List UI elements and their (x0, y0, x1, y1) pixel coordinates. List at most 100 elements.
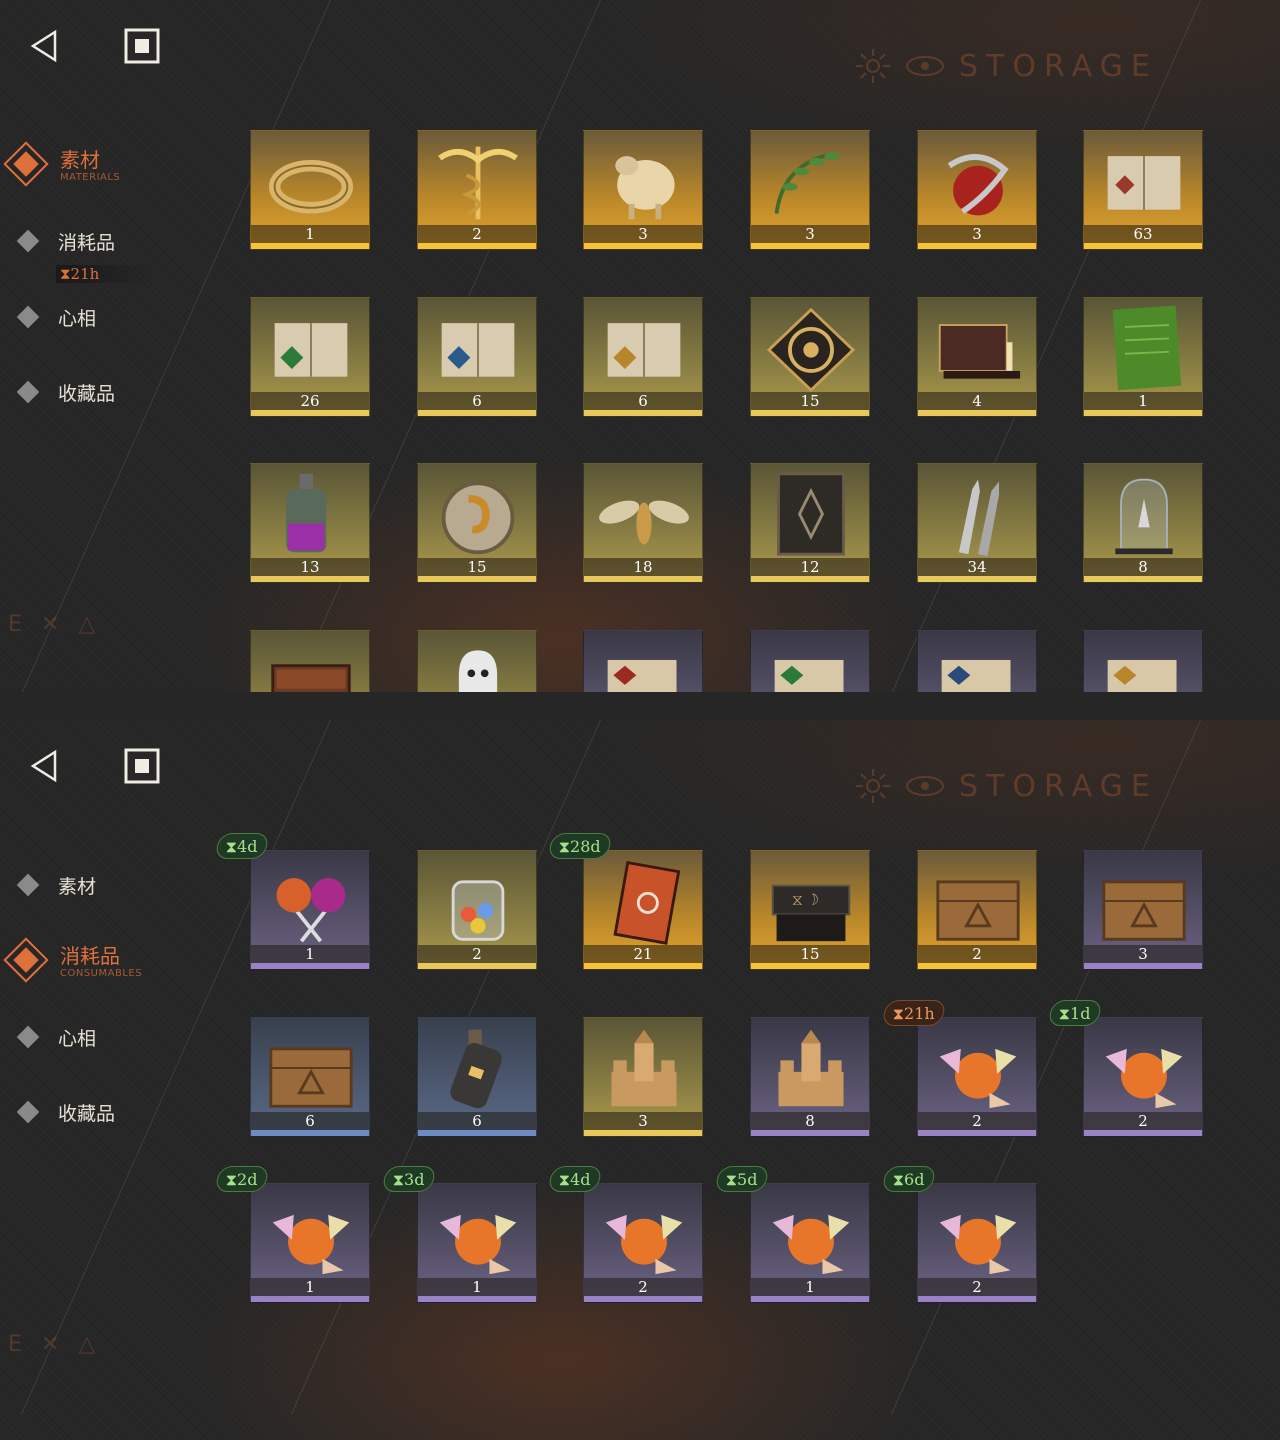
item-slot[interactable]: 15 (417, 463, 537, 583)
expiry-timer-badge: ⧗4d (214, 833, 270, 859)
item-candies-icon (939, 1048, 1017, 1109)
nav-tab-materials[interactable]: 素材 (16, 870, 96, 900)
nav-tab-label: 消耗品 (58, 231, 116, 254)
item-slot[interactable]: 2 ⧗6d (881, 1166, 1037, 1303)
back-button[interactable] (22, 24, 66, 68)
item-quantity: 15 (751, 392, 869, 410)
item-rune-book-icon (613, 860, 681, 945)
item-slot[interactable]: 2 ⧗1d (1047, 1000, 1203, 1137)
nav-tab-collectibles[interactable]: 收藏品 (16, 1097, 115, 1127)
diamond-icon (16, 305, 40, 329)
item-slot[interactable]: 2 ⧗21h (881, 1000, 1037, 1137)
item-slot[interactable]: 8 (1083, 463, 1203, 583)
item-bullets-icon (958, 479, 1000, 557)
rarity-strip (918, 1130, 1036, 1136)
item-lollipops-icon (276, 878, 346, 943)
rarity-strip (1084, 410, 1202, 416)
item-quantity: 63 (1084, 225, 1202, 243)
hourglass-icon: ⧗ (60, 265, 71, 283)
item-slot[interactable]: 1 (250, 130, 370, 250)
storage-header-mark: STORAGE (855, 48, 1158, 84)
item-quantity: 3 (1084, 945, 1202, 963)
item-slot[interactable]: 34 (917, 463, 1037, 583)
item-quantity: 2 (918, 945, 1036, 963)
item-moth-icon (599, 500, 689, 545)
item-slot[interactable]: 3 (583, 130, 703, 250)
item-book-blue-icon (441, 323, 515, 377)
item-quantity: 1 (251, 225, 369, 243)
expiry-timer-badge: ⧗21h (881, 1000, 947, 1026)
item-caduceus-icon (438, 146, 518, 220)
rarity-strip (918, 963, 1036, 969)
item-crate-icon (269, 1047, 353, 1108)
item-slot[interactable]: 3 (583, 1017, 703, 1137)
item-slot[interactable]: 6 (417, 1017, 537, 1137)
nav-tab-consumables[interactable]: 消耗品 (16, 226, 115, 256)
item-quantity: 26 (251, 392, 369, 410)
rarity-strip (1084, 576, 1202, 582)
item-quantity: 21 (584, 945, 702, 963)
expiry-timer-badge: ⧗5d (714, 1166, 770, 1192)
item-quantity: 6 (251, 1112, 369, 1130)
item-slot[interactable]: 1 ⧗3d (381, 1166, 537, 1303)
rarity-strip (251, 1296, 369, 1302)
eye-icon (906, 56, 944, 76)
home-button[interactable] (120, 744, 164, 788)
home-button[interactable] (120, 24, 164, 68)
item-laurel-icon (774, 152, 840, 214)
item-slot[interactable]: 3 (750, 130, 870, 250)
nav-tab-appearance[interactable]: 心相 (16, 1022, 96, 1052)
nav-tab-sublabel: CONSUMABLES (60, 968, 143, 979)
rarity-strip (584, 243, 702, 249)
item-slot[interactable]: 2 (417, 130, 537, 250)
item-slot[interactable]: 2 ⧗4d (547, 1166, 703, 1303)
item-quantity: 3 (584, 1112, 702, 1130)
item-slot[interactable]: 3 (917, 130, 1037, 250)
sun-icon (856, 49, 890, 83)
item-clockwork-icon (766, 307, 856, 392)
diamond-icon (16, 229, 40, 253)
nav-tab-collectibles[interactable]: 收藏品 (16, 377, 115, 407)
item-slot[interactable]: 3 (1083, 850, 1203, 970)
diamond-icon (16, 1100, 40, 1124)
item-slot[interactable]: 1 ⧗4d (214, 833, 370, 970)
rarity-strip (251, 963, 369, 969)
item-slot[interactable]: 15 (750, 297, 870, 417)
rarity-strip (418, 1296, 536, 1302)
diamond-icon (16, 1025, 40, 1049)
item-slot[interactable]: 6 (250, 1017, 370, 1137)
rarity-strip (751, 410, 869, 416)
item-slot[interactable]: 18 (583, 463, 703, 583)
item-slot[interactable]: 4 (917, 297, 1037, 417)
item-slot[interactable]: 6 (583, 297, 703, 417)
back-button[interactable] (22, 744, 66, 788)
item-slot[interactable]: 2 (417, 850, 537, 970)
decor-symbols: E ✕ △ (8, 1332, 102, 1357)
item-slot[interactable]: 1 ⧗5d (714, 1166, 870, 1303)
item-slot[interactable]: 13 (250, 463, 370, 583)
nav-tab-appearance[interactable]: 心相 (16, 302, 96, 332)
item-slot[interactable]: 2 (917, 850, 1037, 970)
nav-tab-label: 素材 (58, 875, 97, 898)
item-slot[interactable]: 1 ⧗2d (214, 1166, 370, 1303)
item-slot[interactable]: 63 (1083, 130, 1203, 250)
item-slot[interactable]: 1 (1083, 297, 1203, 417)
item-quantity: 12 (751, 558, 869, 576)
rarity-strip (751, 1130, 869, 1136)
item-slot[interactable]: 26 (250, 297, 370, 417)
item-slot[interactable]: 12 (750, 463, 870, 583)
item-quantity: 8 (1084, 558, 1202, 576)
item-slot[interactable]: 21 ⧗28d (547, 833, 703, 970)
square-stop-icon (124, 748, 160, 784)
item-slot[interactable]: 8 (750, 1017, 870, 1137)
item-slot[interactable]: ⧖ ☽ 15 (750, 850, 870, 970)
rarity-strip (584, 576, 702, 582)
expiry-timer-badge: ⧗4d (547, 1166, 603, 1192)
timer-text: 21h (70, 265, 100, 283)
item-slot[interactable]: 6 (417, 297, 537, 417)
rarity-strip (751, 576, 869, 582)
item-candies-icon (772, 1214, 850, 1275)
expiry-timer-badge: ⧗3d (381, 1166, 437, 1192)
item-quantity: 1 (251, 945, 369, 963)
back-triangle-icon (30, 749, 57, 783)
